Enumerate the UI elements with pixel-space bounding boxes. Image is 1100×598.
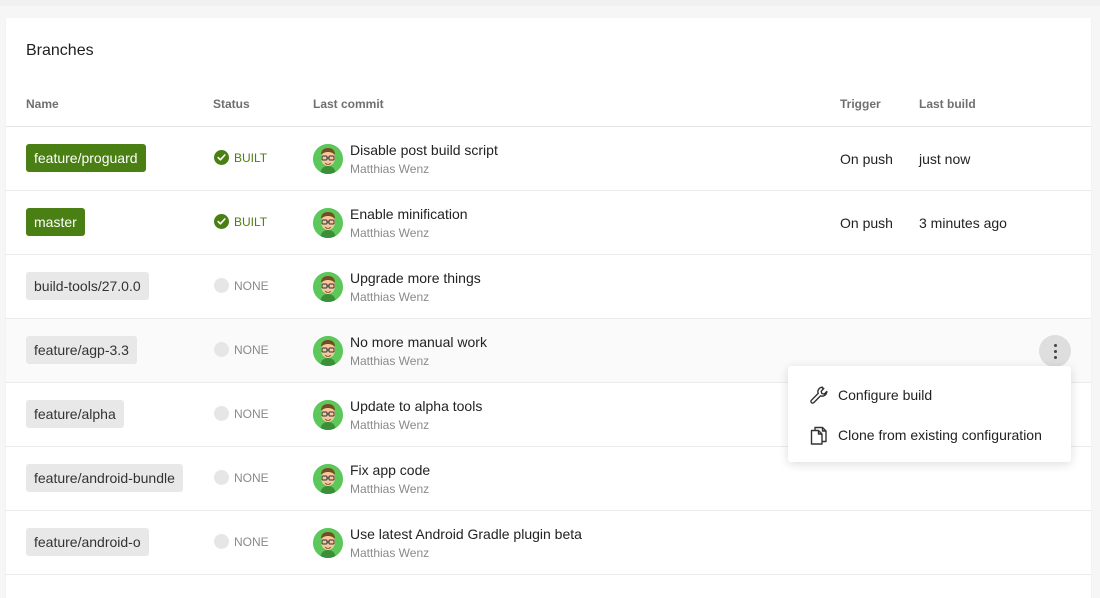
trigger-value: On push (840, 215, 893, 231)
avatar (313, 464, 343, 494)
last-build-value: just now (919, 151, 971, 167)
top-bar (0, 0, 1100, 6)
avatar (313, 400, 343, 430)
commit-author: Matthias Wenz (350, 290, 430, 304)
avatar (313, 272, 343, 302)
more-vertical-icon (1054, 350, 1057, 353)
branch-name-badge[interactable]: feature/agp-3.3 (26, 336, 137, 364)
more-options-button[interactable] (1039, 335, 1071, 367)
status-badge: BUILT (214, 150, 267, 166)
commit-author: Matthias Wenz (350, 418, 430, 432)
commit-author: Matthias Wenz (350, 482, 430, 496)
status-label: NONE (234, 279, 269, 293)
empty-circle-icon (214, 278, 229, 293)
check-circle-icon (214, 150, 229, 165)
status-label: NONE (234, 343, 269, 357)
status-badge: NONE (214, 470, 269, 486)
column-header-name: Name (26, 97, 59, 111)
table-row[interactable]: feature/proguard BUILT Disable post build … (6, 127, 1091, 191)
column-header-last-build: Last build (919, 97, 976, 111)
status-label: NONE (234, 471, 269, 485)
empty-circle-icon (214, 342, 229, 357)
branch-name-badge[interactable]: master (26, 208, 85, 236)
branch-name-badge[interactable]: feature/proguard (26, 144, 146, 172)
more-vertical-icon (1054, 356, 1057, 359)
menu-item-configure-build[interactable]: Configure build (788, 374, 1071, 414)
branches-card: Branches Name Status Last commit Trigger… (6, 18, 1091, 598)
copy-icon (808, 424, 830, 446)
empty-circle-icon (214, 534, 229, 549)
commit-message: Update to alpha tools (350, 398, 483, 414)
status-badge: BUILT (214, 214, 267, 230)
commit-message: No more manual work (350, 334, 487, 350)
branch-context-menu: Configure build Clone from existing conf… (788, 366, 1071, 462)
commit-author: Matthias Wenz (350, 354, 430, 368)
table-row[interactable]: build-tools/27.0.0 NONE Upgrade more thing… (6, 255, 1091, 319)
trigger-value: On push (840, 151, 893, 167)
avatar (313, 208, 343, 238)
status-badge: NONE (214, 406, 269, 422)
branch-name-badge[interactable]: feature/android-bundle (26, 464, 183, 492)
commit-message: Enable minification (350, 206, 468, 222)
more-vertical-icon (1054, 344, 1057, 347)
status-badge: NONE (214, 342, 269, 358)
commit-message: Use latest Android Gradle plugin beta (350, 526, 582, 542)
empty-circle-icon (214, 470, 229, 485)
status-label: NONE (234, 407, 269, 421)
table-row[interactable]: master BUILT Enable minification Matthias W… (6, 191, 1091, 255)
commit-author: Matthias Wenz (350, 546, 430, 560)
status-badge: NONE (214, 278, 269, 294)
commit-author: Matthias Wenz (350, 226, 430, 240)
last-build-value: 3 minutes ago (919, 215, 1007, 231)
table-row[interactable]: feature/android-o NONE Use latest Android … (6, 511, 1091, 575)
check-circle-icon (214, 214, 229, 229)
column-header-last-commit: Last commit (313, 97, 384, 111)
status-badge: NONE (214, 534, 269, 550)
branch-name-badge[interactable]: build-tools/27.0.0 (26, 272, 149, 300)
avatar (313, 144, 343, 174)
commit-message: Upgrade more things (350, 270, 481, 286)
column-header-status: Status (213, 97, 250, 111)
status-label: BUILT (234, 215, 268, 229)
commit-message: Disable post build script (350, 142, 498, 158)
menu-item-label: Clone from existing configuration (838, 427, 1042, 443)
column-header-trigger: Trigger (840, 97, 881, 111)
avatar (313, 528, 343, 558)
branch-name-badge[interactable]: feature/alpha (26, 400, 124, 428)
wrench-icon (808, 384, 830, 406)
branch-name-badge[interactable]: feature/android-o (26, 528, 149, 556)
card-title: Branches (26, 42, 94, 59)
status-label: BUILT (234, 151, 268, 165)
commit-author: Matthias Wenz (350, 162, 430, 176)
empty-circle-icon (214, 406, 229, 421)
menu-item-label: Configure build (838, 387, 933, 403)
status-label: NONE (234, 535, 269, 549)
menu-item-clone-configuration[interactable]: Clone from existing configuration (788, 414, 1071, 454)
avatar (313, 336, 343, 366)
commit-message: Fix app code (350, 462, 431, 478)
table-header: Name Status Last commit Trigger Last bui… (6, 97, 1091, 127)
